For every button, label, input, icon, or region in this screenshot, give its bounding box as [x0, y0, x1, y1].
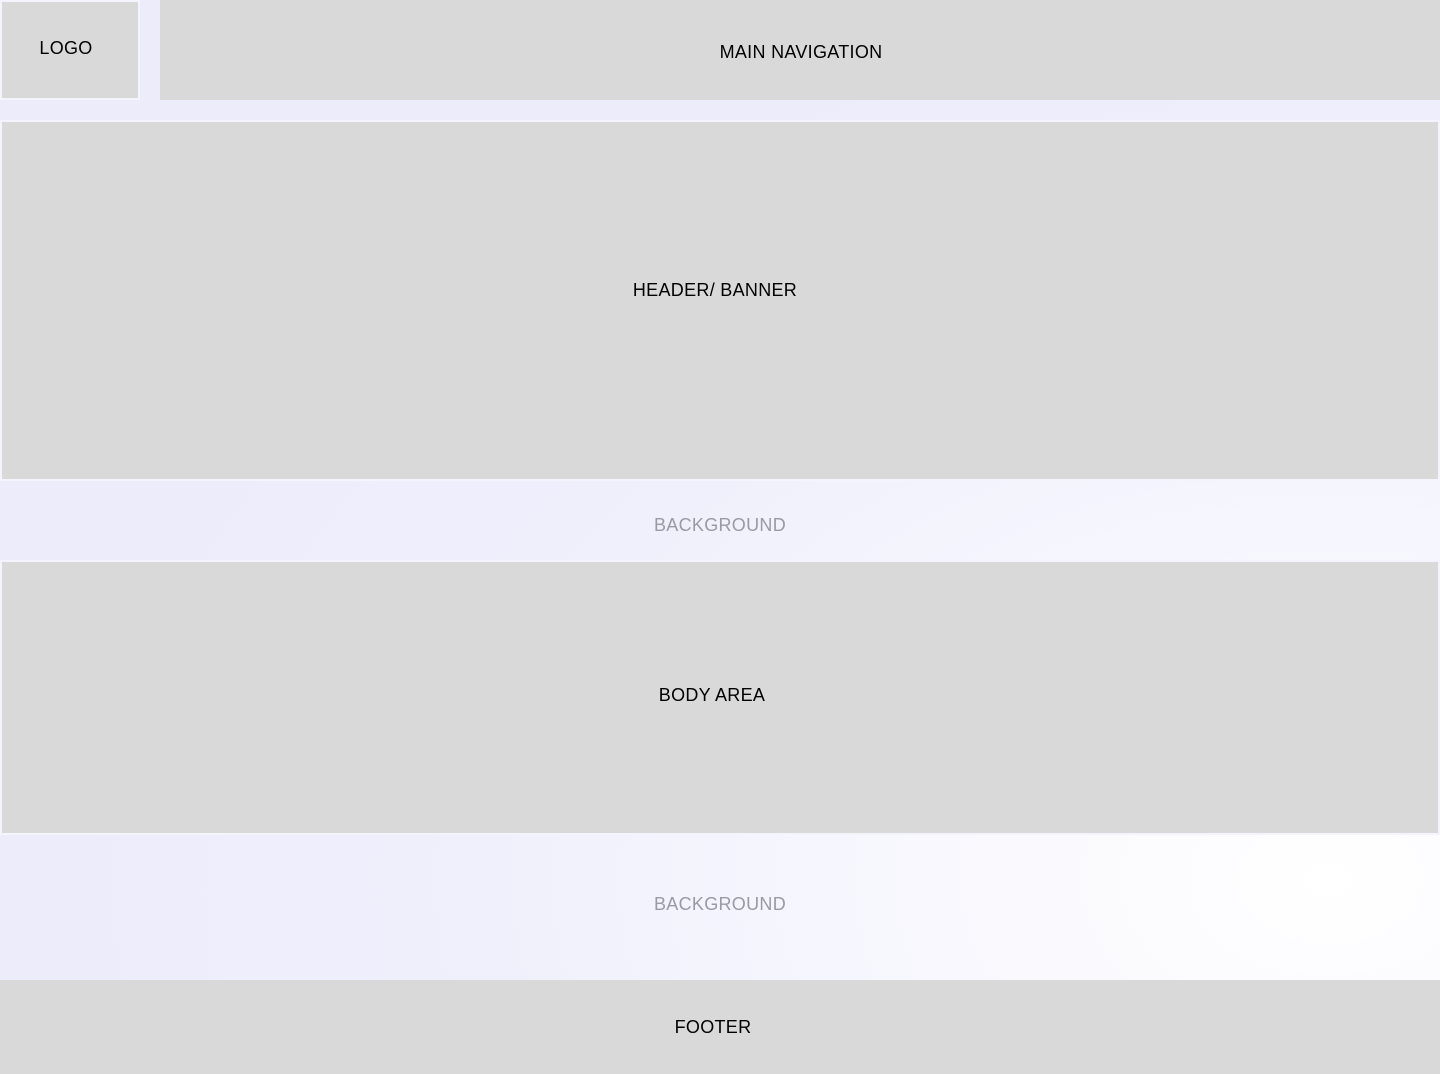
- logo-label: LOGO: [39, 37, 93, 58]
- body-area-label: BODY AREA: [658, 685, 766, 705]
- main-navigation[interactable]: MAIN NAVIGATION: [160, 0, 1440, 100]
- background-label: BACKGROUND: [653, 894, 786, 914]
- header-banner: HEADER/ BANNER: [0, 120, 1440, 481]
- footer-label: FOOTER: [674, 1016, 752, 1037]
- background-label: BACKGROUND: [653, 515, 786, 535]
- header-banner-label: HEADER/ BANNER: [632, 280, 798, 300]
- main-navigation-label: MAIN NAVIGATION: [719, 41, 883, 62]
- logo-block[interactable]: LOGO: [0, 0, 140, 100]
- footer: FOOTER: [0, 980, 1440, 1074]
- body-area: BODY AREA: [0, 560, 1440, 835]
